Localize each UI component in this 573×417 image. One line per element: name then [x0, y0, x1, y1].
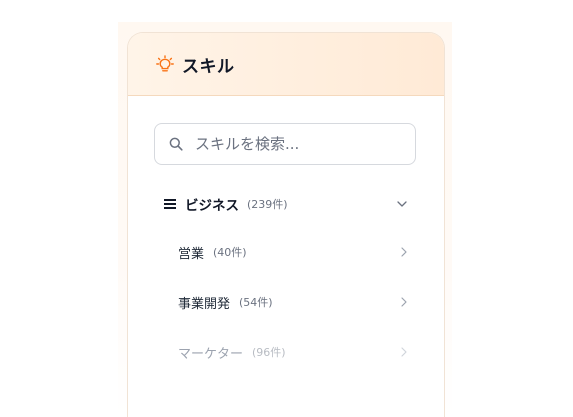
subcategory-count: (40件): [213, 246, 247, 259]
skills-panel: スキル ビジネス (239件): [127, 32, 445, 417]
chevron-down-icon[interactable]: [396, 198, 408, 210]
subcategory-label: 事業開発: [178, 296, 231, 312]
category-count: (239件): [247, 198, 288, 211]
subcategory-item-sales[interactable]: 営業 (40件): [178, 239, 414, 265]
subcategory-label: 営業: [178, 246, 205, 262]
chevron-right-icon: [400, 347, 408, 357]
subcategory-count: (54件): [239, 296, 273, 309]
subcategory-item-business-development[interactable]: 事業開発 (54件): [178, 289, 414, 315]
category-label: ビジネス: [185, 198, 239, 214]
search-icon: [169, 137, 183, 151]
menu-icon: [164, 199, 176, 209]
subcategory-label: マーケター: [178, 346, 244, 362]
subcategory-count: (96件): [252, 346, 286, 359]
chevron-right-icon: [400, 247, 408, 257]
subcategory-item-marketer[interactable]: マーケター (96件): [178, 339, 414, 365]
scroll-fade: [128, 358, 444, 417]
panel-header: スキル: [128, 33, 444, 96]
panel-title: スキル: [182, 56, 235, 77]
lightbulb-icon: [156, 55, 174, 73]
search-box[interactable]: [154, 123, 416, 165]
chevron-right-icon: [400, 297, 408, 307]
category-business[interactable]: ビジネス (239件): [164, 191, 414, 217]
skills-screen: スキル ビジネス (239件): [0, 0, 573, 417]
search-input[interactable]: [195, 135, 405, 153]
